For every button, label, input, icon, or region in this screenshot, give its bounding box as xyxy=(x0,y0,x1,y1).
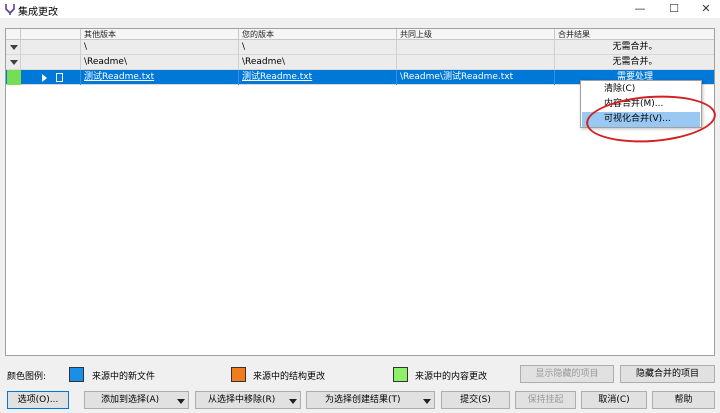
row-icon-cell xyxy=(21,55,81,70)
other-version-cell: \ xyxy=(81,40,239,55)
add-to-selection-button[interactable]: 添加到选择(A) xyxy=(84,391,189,409)
row-collapse-toggle[interactable] xyxy=(6,55,21,70)
header-your-version[interactable]: 您的版本 xyxy=(239,29,397,40)
header-status[interactable] xyxy=(6,29,21,40)
row-icon-cell xyxy=(21,70,81,85)
row-collapse-toggle[interactable] xyxy=(6,40,21,55)
close-button[interactable]: ✕ xyxy=(694,1,718,17)
create-result-label: 为选择创建结果(T) xyxy=(325,395,401,405)
create-result-button[interactable]: 为选择创建结果(T) xyxy=(306,391,435,409)
table-row[interactable]: \ \ 无需合并。 xyxy=(6,40,714,55)
merge-grid[interactable]: 其他版本 您的版本 共同上级 合并结果 \ \ 无需合并。 \Readme\ \… xyxy=(5,28,715,356)
merge-app-icon xyxy=(5,4,15,15)
options-button[interactable]: 选项(O)... xyxy=(7,391,69,409)
header-merge-result[interactable]: 合并结果 xyxy=(555,29,714,40)
your-version-link[interactable]: 测试Readme.txt xyxy=(239,70,397,85)
dropdown-arrow-icon[interactable] xyxy=(423,399,431,404)
table-row[interactable]: \Readme\ \Readme\ 无需合并。 xyxy=(6,55,714,70)
dropdown-arrow-icon[interactable] xyxy=(289,399,297,404)
remove-from-selection-button[interactable]: 从选择中移除(R) xyxy=(195,391,301,409)
file-icon xyxy=(56,73,63,82)
row-icon-cell xyxy=(21,40,81,55)
minimize-button[interactable]: — xyxy=(628,1,652,17)
legend-new-file: 来源中的新文件 xyxy=(92,372,156,382)
cancel-button[interactable]: 取消(C) xyxy=(581,391,647,409)
legend-swatch-content-change xyxy=(393,367,408,382)
menu-item-clear[interactable]: 清除(C) xyxy=(582,82,700,97)
your-version-cell: \ xyxy=(239,40,397,55)
remove-from-selection-label: 从选择中移除(R) xyxy=(208,395,276,405)
legend-label: 颜色图例: xyxy=(7,372,47,382)
header-common-ancestor[interactable]: 共同上级 xyxy=(397,29,555,40)
legend-structural-change: 来源中的结构更改 xyxy=(253,372,326,382)
collapse-arrow-icon xyxy=(10,60,18,65)
your-version-cell: \Readme\ xyxy=(239,55,397,70)
header-other-version[interactable]: 其他版本 xyxy=(81,29,239,40)
grid-header: 其他版本 您的版本 共同上级 合并结果 xyxy=(6,29,714,40)
legend-content-change: 来源中的内容更改 xyxy=(415,372,488,382)
legend-swatch-new-file xyxy=(69,367,84,382)
keep-pending-button[interactable]: 保持挂起 xyxy=(515,391,576,409)
header-icons[interactable] xyxy=(21,29,81,40)
other-version-cell: \Readme\ xyxy=(81,55,239,70)
ancestor-cell xyxy=(397,55,555,70)
add-to-selection-label: 添加到选择(A) xyxy=(101,395,160,405)
expand-arrow-icon[interactable] xyxy=(42,74,47,82)
other-version-link[interactable]: 测试Readme.txt xyxy=(81,70,239,85)
maximize-button[interactable]: ☐ xyxy=(662,1,686,17)
content-change-marker xyxy=(7,70,21,85)
title-bar: 集成更改 — ☐ ✕ xyxy=(0,0,720,18)
ancestor-cell: \Readme\测试Readme.txt xyxy=(397,70,555,85)
submit-button[interactable]: 提交(S) xyxy=(441,391,510,409)
merge-result-cell: 无需合并。 xyxy=(555,40,714,55)
show-hidden-items-button[interactable]: 显示隐藏的项目 xyxy=(520,365,614,383)
hide-merged-items-button[interactable]: 隐藏合并的项目 xyxy=(620,365,715,383)
window-title: 集成更改 xyxy=(18,7,58,18)
ancestor-cell xyxy=(397,40,555,55)
collapse-arrow-icon xyxy=(10,45,18,50)
dropdown-arrow-icon[interactable] xyxy=(177,399,185,404)
help-button[interactable]: 帮助 xyxy=(652,391,715,409)
merge-result-cell: 无需合并。 xyxy=(555,55,714,70)
legend-swatch-structural-change xyxy=(231,367,246,382)
